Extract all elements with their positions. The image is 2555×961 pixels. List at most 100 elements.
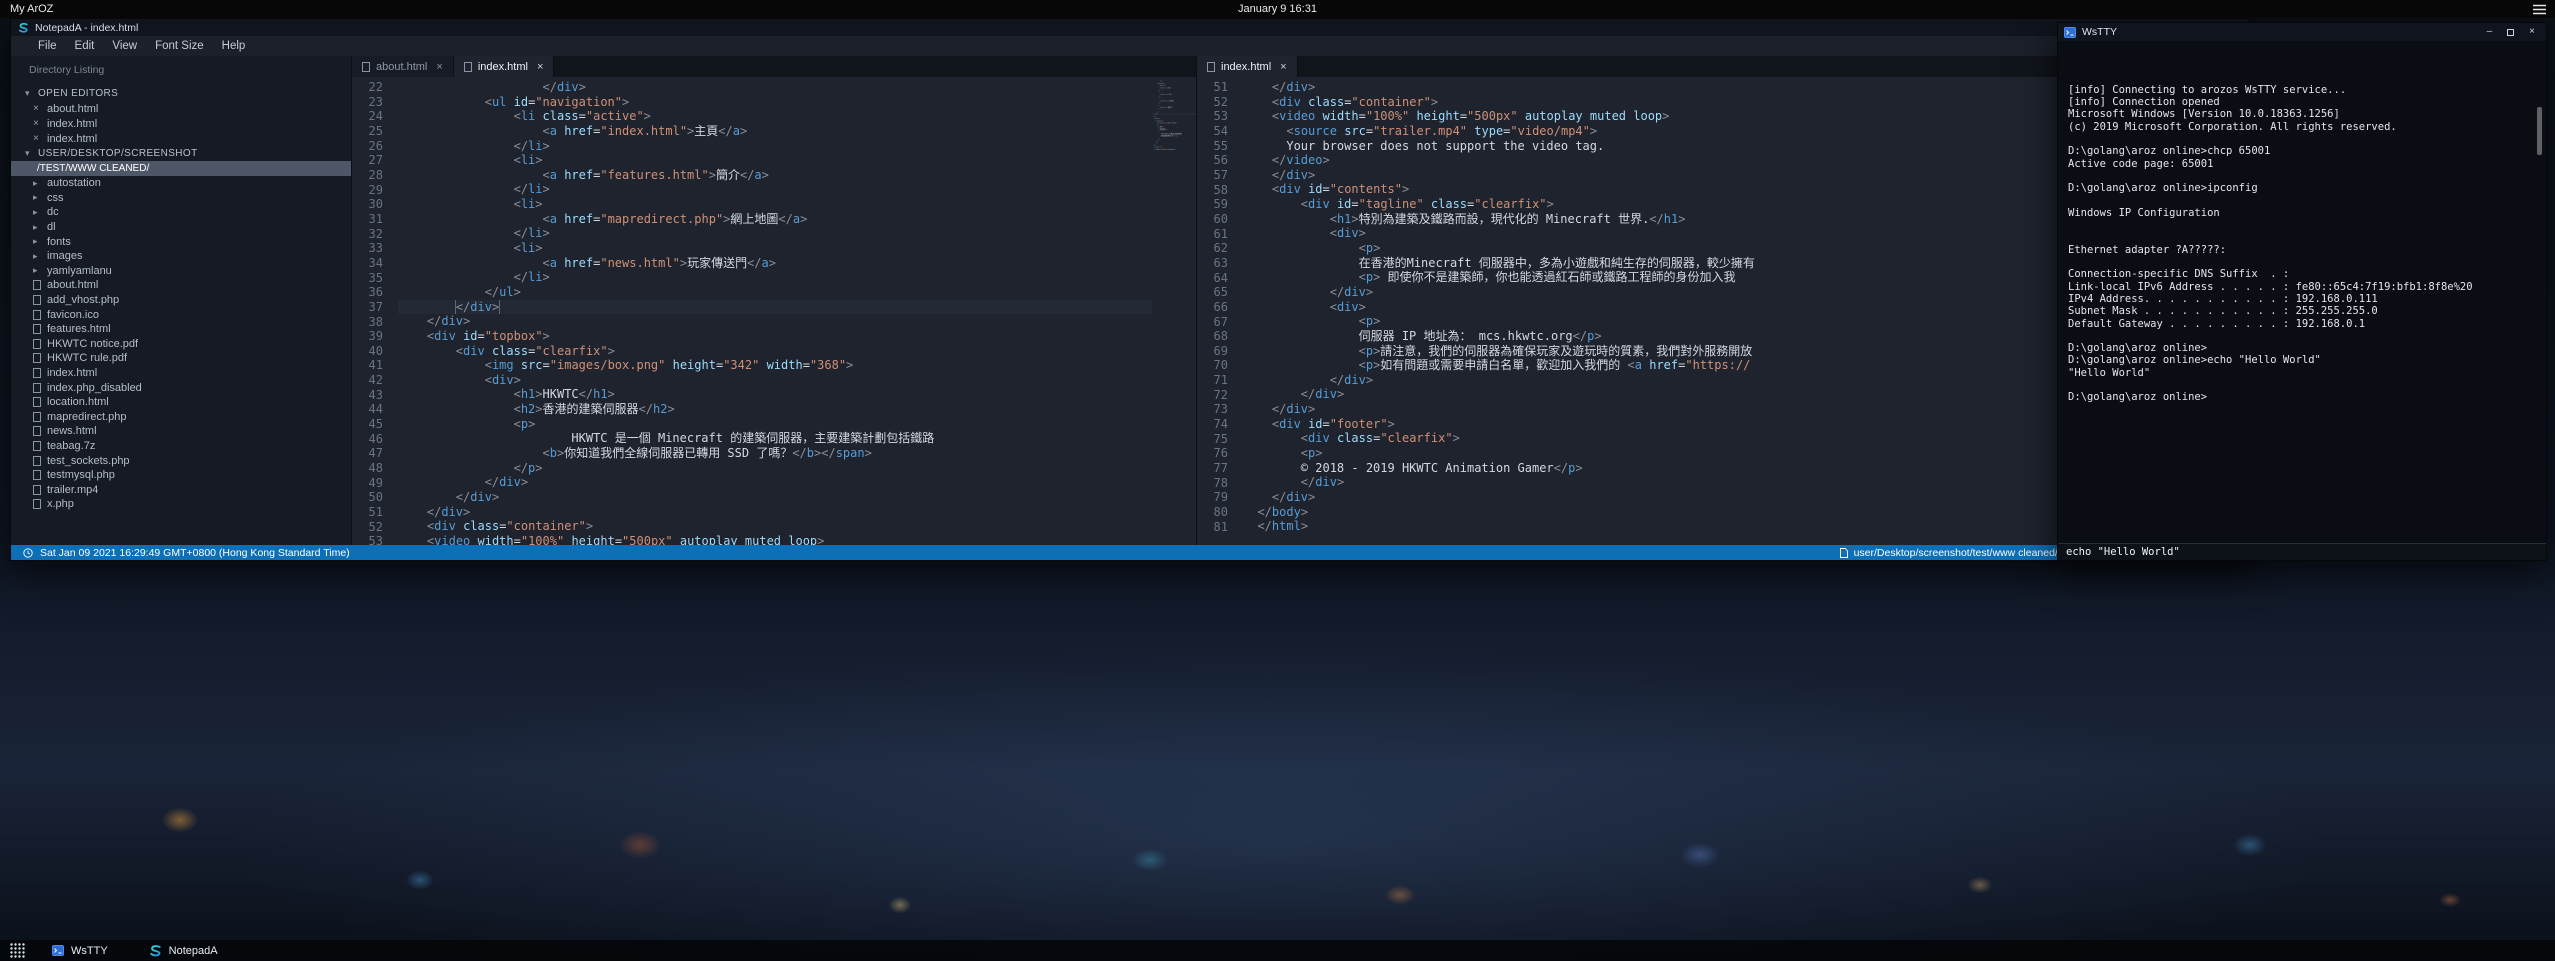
file-favicon.ico[interactable]: favicon.ico: [11, 307, 351, 322]
file-icon: [1840, 548, 1848, 558]
file-icon: [33, 470, 41, 480]
folder-label: yamlyamlanu: [47, 265, 112, 277]
menu-view[interactable]: View: [103, 38, 146, 54]
chevron-down-icon: ▾: [25, 88, 33, 99]
close-icon[interactable]: ×: [33, 103, 41, 114]
file-icon: [33, 339, 41, 349]
taskbar-item-wstty[interactable]: WsTTY: [52, 945, 108, 957]
folder-label: images: [47, 250, 82, 262]
workspace-path-line2-selected[interactable]: /TEST/WWW CLEANED/: [11, 161, 351, 176]
tab-about.html[interactable]: about.html×: [352, 56, 454, 77]
file-mapredirect.php[interactable]: mapredirect.php: [11, 410, 351, 425]
tab-close-icon[interactable]: ×: [537, 61, 543, 73]
file-label: index.html: [47, 367, 97, 379]
open-editors-header[interactable]: ▾ OPEN EDITORS: [11, 86, 351, 101]
terminal-line: [2068, 231, 2536, 243]
file-label: trailer.mp4: [47, 484, 98, 496]
minimap-left[interactable]: </div> <ul id="navigation"> <li class="a…: [1152, 80, 1196, 545]
terminal-scrollbar[interactable]: [2537, 107, 2542, 155]
folder-images[interactable]: ▸images: [11, 249, 351, 264]
terminal-output[interactable]: [info] Connecting to arozos WsTTY servic…: [2058, 41, 2546, 543]
open-editor-index.html[interactable]: ×index.html: [11, 116, 351, 131]
sidebar-title: Directory Listing: [11, 56, 351, 86]
wstty-window-title: WsTTY: [2082, 26, 2117, 38]
folder-autostation[interactable]: ▸ autostation: [11, 176, 351, 191]
taskbar-item-notepada[interactable]: NotepadA: [148, 944, 218, 958]
file-about.html[interactable]: about.html: [11, 278, 351, 293]
open-editor-label: index.html: [47, 133, 97, 145]
file-testmysql.php[interactable]: testmysql.php: [11, 468, 351, 483]
folder-dl[interactable]: ▸dl: [11, 220, 351, 235]
file-teabag.7z[interactable]: teabag.7z: [11, 439, 351, 454]
code-line-52: <div class="container">: [398, 519, 1152, 534]
tab-close-icon[interactable]: ×: [436, 61, 442, 73]
file-label: about.html: [47, 279, 98, 291]
window-controls: – ×: [2487, 27, 2540, 37]
file-features.html[interactable]: features.html: [11, 322, 351, 337]
code-line-31: <a href="mapredirect.php">網上地圖</a>: [398, 212, 1152, 227]
chevron-right-icon: ▸: [33, 207, 41, 218]
code-line-44: <h2>香港的建築伺服器</h2>: [398, 402, 1152, 417]
terminal-line: Ethernet adapter ?A?????:: [2068, 244, 2536, 256]
menu-edit[interactable]: Edit: [66, 38, 104, 54]
code-line-43: <h1>HKWTC</h1>: [398, 387, 1152, 402]
chevron-right-icon: ▸: [33, 178, 41, 189]
terminal-line: [2068, 170, 2536, 182]
code-line-45: <p>: [398, 417, 1152, 432]
folder-label: fonts: [47, 236, 71, 248]
chevron-right-icon: ▸: [33, 222, 41, 233]
workspace-header[interactable]: ▾ USER/DESKTOP/SCREENSHOT: [11, 146, 351, 161]
code-line-50: </div>: [398, 490, 1152, 505]
file-label: x.php: [47, 498, 74, 510]
file-x.php[interactable]: x.php: [11, 497, 351, 512]
folder-label: autostation: [47, 177, 101, 189]
file-trailer.mp4[interactable]: trailer.mp4: [11, 482, 351, 497]
folder-dc[interactable]: ▸dc: [11, 205, 351, 220]
close-icon[interactable]: ×: [33, 118, 41, 129]
close-icon[interactable]: ×: [33, 133, 41, 144]
file-icon: [33, 485, 41, 495]
folder-css[interactable]: ▸css: [11, 191, 351, 206]
tab-close-icon[interactable]: ×: [1280, 61, 1286, 73]
hamburger-menu-icon[interactable]: [2533, 4, 2546, 18]
file-index.html[interactable]: index.html: [11, 366, 351, 381]
file-label: teabag.7z: [47, 440, 95, 452]
file-HKWTC notice.pdf[interactable]: HKWTC notice.pdf: [11, 337, 351, 352]
file-icon: [33, 310, 41, 320]
notepada-logo-icon: [17, 22, 29, 34]
minimize-button[interactable]: –: [2487, 27, 2493, 37]
file-add_vhost.php[interactable]: add_vhost.php: [11, 293, 351, 308]
file-HKWTC rule.pdf[interactable]: HKWTC rule.pdf: [11, 351, 351, 366]
wstty-titlebar[interactable]: WsTTY – ×: [2058, 23, 2546, 41]
notepada-titlebar[interactable]: NotepadA - index.html – ×: [11, 19, 2249, 36]
code-line-53: <video width="100%" height="500px" autop…: [398, 534, 1152, 545]
file-icon: [33, 280, 41, 290]
start-menu-button[interactable]: [9, 942, 26, 959]
menu-font-size[interactable]: Font Size: [146, 38, 213, 54]
menu-help[interactable]: Help: [213, 38, 255, 54]
folder-label: css: [47, 192, 64, 204]
terminal-input-text: echo "Hello World": [2066, 546, 2180, 558]
maximize-button[interactable]: [2507, 29, 2514, 36]
tab-index.html[interactable]: index.html×: [1197, 56, 1298, 77]
file-news.html[interactable]: news.html: [11, 424, 351, 439]
open-editor-label: about.html: [47, 103, 98, 115]
file-icon: [33, 353, 41, 363]
tab-index.html[interactable]: index.html×: [454, 56, 555, 77]
file-location.html[interactable]: location.html: [11, 395, 351, 410]
code-editor-left[interactable]: </div> <ul id="navigation"> <li class="a…: [398, 80, 1152, 545]
code-line-29: </li>: [398, 182, 1152, 197]
close-button[interactable]: ×: [2529, 27, 2535, 37]
open-editor-index.html[interactable]: × index.html: [11, 131, 351, 146]
terminal-line: D:\golang\aroz online>ipconfig: [2068, 182, 2536, 194]
file-label: HKWTC rule.pdf: [47, 352, 127, 364]
folder-yamlyamlanu[interactable]: ▸yamlyamlanu: [11, 264, 351, 279]
chevron-right-icon: ▸: [33, 236, 41, 247]
terminal-input[interactable]: echo "Hello World": [2058, 543, 2546, 560]
file-index.php_disabled[interactable]: index.php_disabled: [11, 380, 351, 395]
file-test_sockets.php[interactable]: test_sockets.php: [11, 453, 351, 468]
folder-fonts[interactable]: ▸ fonts: [11, 234, 351, 249]
code-line-51: </div>: [398, 505, 1152, 520]
open-editor-about.html[interactable]: × about.html: [11, 101, 351, 116]
menu-file[interactable]: File: [29, 38, 66, 54]
